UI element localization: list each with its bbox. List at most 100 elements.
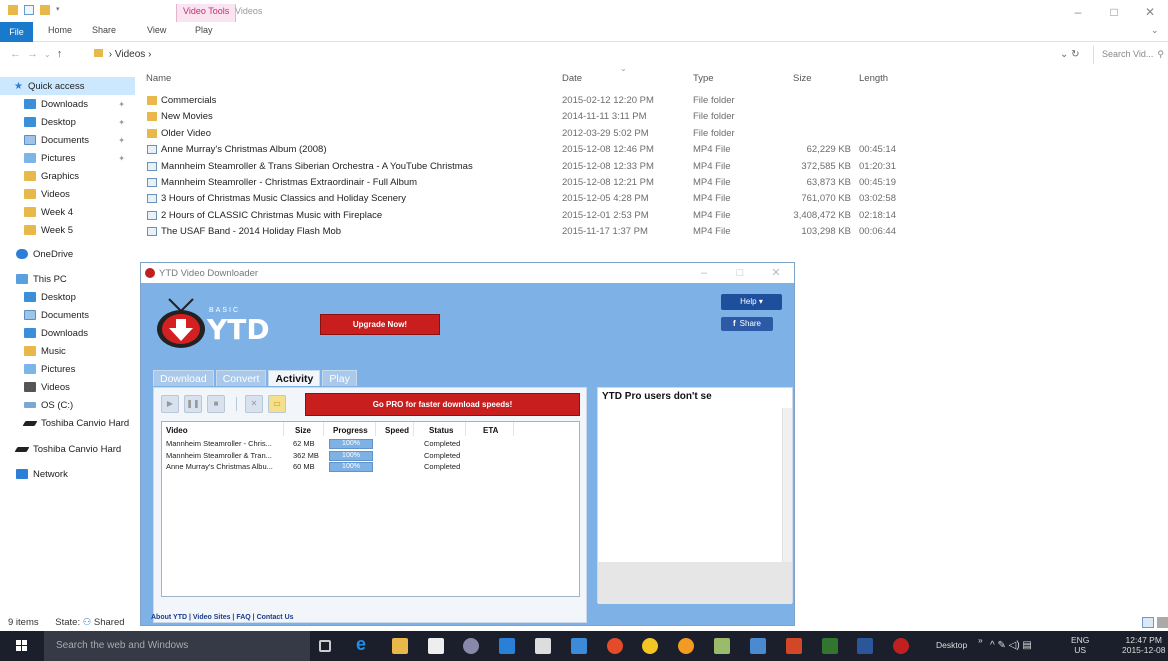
video-tools-tab[interactable]: Video Tools	[176, 4, 237, 22]
tab-file[interactable]: File	[0, 22, 33, 42]
nav-pc-desktop[interactable]: Desktop	[0, 288, 135, 306]
close-button[interactable]: ✕	[1132, 2, 1168, 22]
nav-pc-documents[interactable]: Documents	[0, 306, 135, 324]
tab-download[interactable]: Download	[153, 370, 214, 386]
nav-network[interactable]: Network	[0, 465, 135, 483]
ytd-minimize-button[interactable]: –	[686, 263, 722, 283]
col-video[interactable]: Video	[166, 426, 188, 435]
nav-pc-os-drive[interactable]: OS (C:)	[0, 396, 135, 414]
tab-view[interactable]: View	[147, 25, 166, 35]
nav-pc-videos[interactable]: Videos	[0, 378, 135, 396]
file-row[interactable]: The USAF Band - 2014 Holiday Flash Mob 20…	[140, 224, 910, 240]
pin-icon[interactable]: ✦	[118, 118, 125, 127]
nav-desktop[interactable]: Desktop ✦	[0, 113, 135, 131]
tab-activity[interactable]: Activity	[268, 370, 321, 386]
app-icon[interactable]	[642, 638, 658, 654]
maximize-button[interactable]: □	[1096, 2, 1132, 22]
file-row[interactable]: Anne Murray's Christmas Album (2008) 2015…	[140, 142, 910, 158]
table-row[interactable]: Anne Murray's Christmas Albu... 60 MB 100%…	[162, 462, 579, 473]
nav-pc-pictures[interactable]: Pictures	[0, 360, 135, 378]
nav-graphics[interactable]: Graphics	[0, 167, 135, 185]
table-row[interactable]: Mannheim Steamroller - Chris... 62 MB 100%…	[162, 439, 579, 450]
pin-icon[interactable]: ✦	[118, 136, 125, 145]
file-row[interactable]: Mannheim Steamroller & Trans Siberian Or…	[140, 159, 910, 175]
pause-button[interactable]: ❚❚	[184, 395, 202, 413]
minimize-button[interactable]: –	[1060, 2, 1096, 22]
ytd-maximize-button[interactable]: □	[722, 263, 758, 283]
back-arrow-icon[interactable]: ←	[10, 48, 27, 60]
powerpoint-icon[interactable]	[786, 638, 802, 654]
app-icon[interactable]	[571, 638, 587, 654]
properties-icon[interactable]	[24, 5, 34, 15]
desktop-toolbar[interactable]: Desktop	[936, 640, 967, 650]
large-icons-view-icon[interactable]	[1157, 617, 1168, 628]
file-row[interactable]: New Movies 2014-11-11 3:11 PM File folder	[140, 109, 910, 125]
qat-dropdown-icon[interactable]: ▾	[56, 5, 62, 15]
tab-share[interactable]: Share	[92, 25, 116, 35]
promo-scrollbar[interactable]	[782, 408, 792, 562]
nav-pc-toshiba[interactable]: Toshiba Canvio Hard	[0, 414, 135, 432]
app-icon[interactable]	[463, 638, 479, 654]
nav-onedrive[interactable]: OneDrive	[0, 245, 135, 263]
play-button[interactable]: ▶	[161, 395, 179, 413]
nav-this-pc[interactable]: This PC	[0, 270, 135, 288]
tab-home[interactable]: Home	[48, 25, 72, 35]
col-status[interactable]: Status	[429, 426, 453, 435]
new-folder-icon[interactable]	[40, 5, 50, 15]
taskbar-search-input[interactable]: Search the web and Windows	[44, 631, 310, 661]
column-header-type[interactable]: Type	[693, 73, 714, 84]
upgrade-now-button[interactable]: Upgrade Now!	[320, 314, 440, 335]
col-speed[interactable]: Speed	[385, 426, 409, 435]
nav-pictures[interactable]: Pictures ✦	[0, 149, 135, 167]
store-icon[interactable]	[428, 638, 444, 654]
word-icon[interactable]	[857, 638, 873, 654]
nav-week-4[interactable]: Week 4	[0, 203, 135, 221]
pin-icon[interactable]: ✦	[118, 100, 125, 109]
file-row[interactable]: Mannheim Steamroller - Christmas Extraor…	[140, 175, 910, 191]
nav-videos[interactable]: Videos	[0, 185, 135, 203]
project-icon[interactable]	[822, 638, 838, 654]
windows-start-icon[interactable]	[16, 640, 28, 652]
app-icon[interactable]	[750, 638, 766, 654]
table-row[interactable]: Mannheim Steamroller & Tran... 362 MB 100%…	[162, 450, 579, 462]
remove-button[interactable]: ✕	[245, 395, 263, 413]
file-row[interactable]: Commercials 2015-02-12 12:20 PM File folde…	[140, 93, 910, 109]
app-icon[interactable]	[714, 638, 730, 654]
nav-downloads[interactable]: Downloads ✦	[0, 95, 135, 113]
nav-toshiba[interactable]: Toshiba Canvio Hard	[0, 440, 135, 458]
help-button[interactable]: Help ▾	[721, 294, 782, 310]
ribbon-expand-icon[interactable]: ⌄	[1151, 25, 1159, 36]
go-pro-button[interactable]: Go PRO for faster download speeds!	[305, 393, 580, 416]
nav-quick-access[interactable]: ★ Quick access	[0, 77, 135, 95]
search-input[interactable]: Search Vid... ⚲	[1093, 46, 1168, 64]
file-row[interactable]: 2 Hours of CLASSIC Christmas Music with …	[140, 208, 910, 224]
tab-play[interactable]: Play	[322, 370, 357, 386]
toolbar-chevron-icon[interactable]: »	[978, 635, 983, 645]
chrome-icon[interactable]	[607, 638, 623, 654]
clock[interactable]: 12:47 PM 2015-12-08	[1122, 635, 1165, 655]
search-icon[interactable]: ⚲	[1157, 49, 1164, 60]
input-language[interactable]: ENG US	[1071, 635, 1089, 655]
column-header-name[interactable]: Name	[146, 73, 171, 84]
column-header-size[interactable]: Size	[793, 73, 811, 84]
col-progress[interactable]: Progress	[333, 426, 368, 435]
breadcrumb-videos[interactable]: Videos	[115, 49, 145, 60]
nav-pc-downloads[interactable]: Downloads	[0, 324, 135, 342]
forward-arrow-icon[interactable]: →	[27, 48, 44, 60]
open-folder-button[interactable]: ▭	[268, 395, 286, 413]
file-row[interactable]: 3 Hours of Christmas Music Classics and …	[140, 191, 910, 207]
ytd-taskbar-icon[interactable]	[893, 638, 909, 654]
media-player-icon[interactable]	[499, 638, 515, 654]
ytd-close-button[interactable]: ✕	[758, 263, 794, 283]
recent-chevron-icon[interactable]: ⌄	[44, 50, 57, 59]
tab-play[interactable]: Play	[195, 25, 213, 35]
column-header-date[interactable]: Date	[562, 73, 582, 84]
nav-pc-music[interactable]: Music	[0, 342, 135, 360]
facebook-share-button[interactable]: f Share	[721, 317, 773, 331]
details-view-icon[interactable]	[1142, 617, 1154, 628]
tab-convert[interactable]: Convert	[215, 370, 267, 386]
acrobat-icon[interactable]	[535, 638, 551, 654]
refresh-icon[interactable]: ⌄ ↻	[1060, 49, 1080, 60]
pin-icon[interactable]: ✦	[118, 154, 125, 163]
col-eta[interactable]: ETA	[483, 426, 498, 435]
